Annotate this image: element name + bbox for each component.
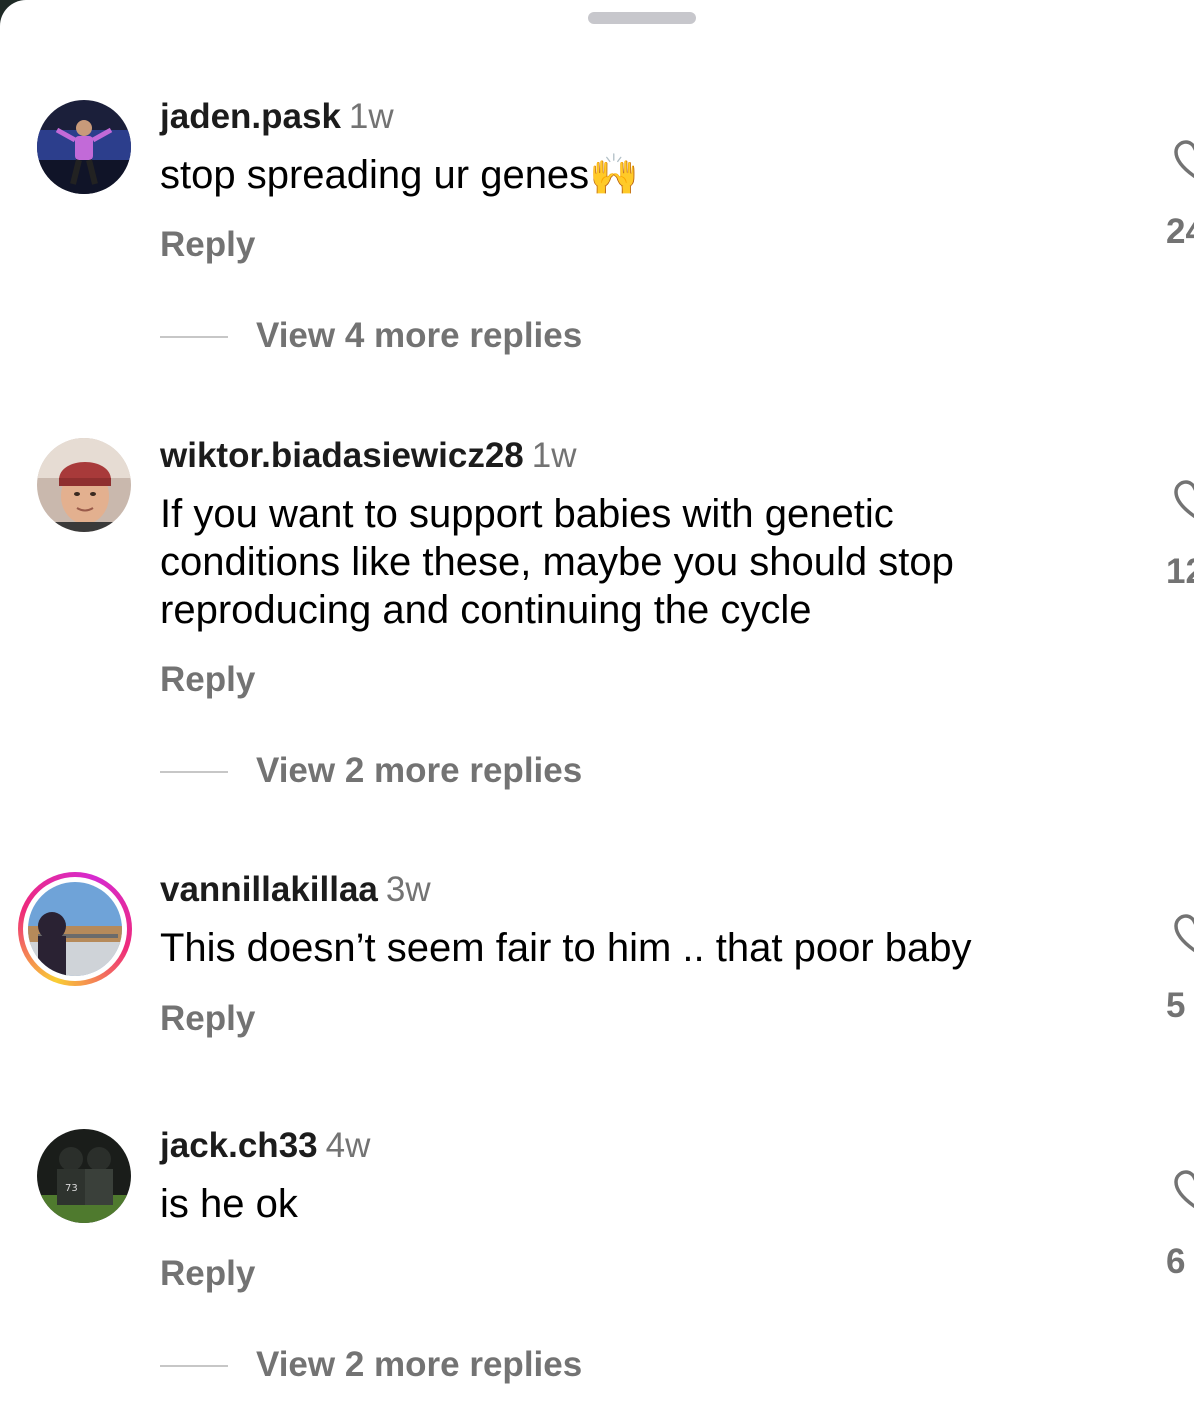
username[interactable]: jack.ch33 <box>160 1126 318 1165</box>
comment-text: If you want to support babies with genet… <box>160 492 954 632</box>
comments-sheet: jaden.pask 1w stop spreading ur genes🙌 Re… <box>0 0 1194 1420</box>
thread-line <box>160 1365 228 1367</box>
reply-button[interactable]: Reply <box>160 660 255 700</box>
comment-text: is he ok <box>160 1182 298 1226</box>
view-more-replies-label: View 2 more replies <box>256 1345 583 1384</box>
like-count: 5 <box>1166 986 1186 1025</box>
like-count: 6 <box>1166 1242 1186 1281</box>
username[interactable]: vannillakillaa <box>160 870 378 909</box>
timestamp: 3w <box>385 870 431 909</box>
thread-line <box>160 771 228 773</box>
thread-line <box>160 336 228 338</box>
avatar[interactable]: 73 <box>37 1129 131 1223</box>
view-more-replies-label: View 2 more replies <box>256 751 583 790</box>
like-count: 12 <box>1166 552 1194 591</box>
reply-button[interactable]: Reply <box>160 1254 255 1294</box>
comment-text: This doesn’t seem fair to him .. that po… <box>160 926 972 970</box>
heart-outline-icon[interactable] <box>1174 480 1194 520</box>
svg-text:73: 73 <box>65 1183 78 1194</box>
reply-button[interactable]: Reply <box>160 999 255 1039</box>
view-more-replies-label: View 4 more replies <box>256 316 583 355</box>
timestamp: 4w <box>325 1126 371 1165</box>
heart-outline-icon[interactable] <box>1174 914 1194 954</box>
avatar <box>28 882 122 976</box>
timestamp: 1w <box>531 436 577 475</box>
avatar[interactable] <box>37 438 131 532</box>
username[interactable]: wiktor.biadasiewicz28 <box>160 436 524 475</box>
avatar-story-ring[interactable] <box>18 872 132 986</box>
heart-outline-icon[interactable] <box>1174 1170 1194 1210</box>
comment-item: 73 jack.ch33 4w is he ok Reply View 2 mor… <box>0 0 1194 1384</box>
